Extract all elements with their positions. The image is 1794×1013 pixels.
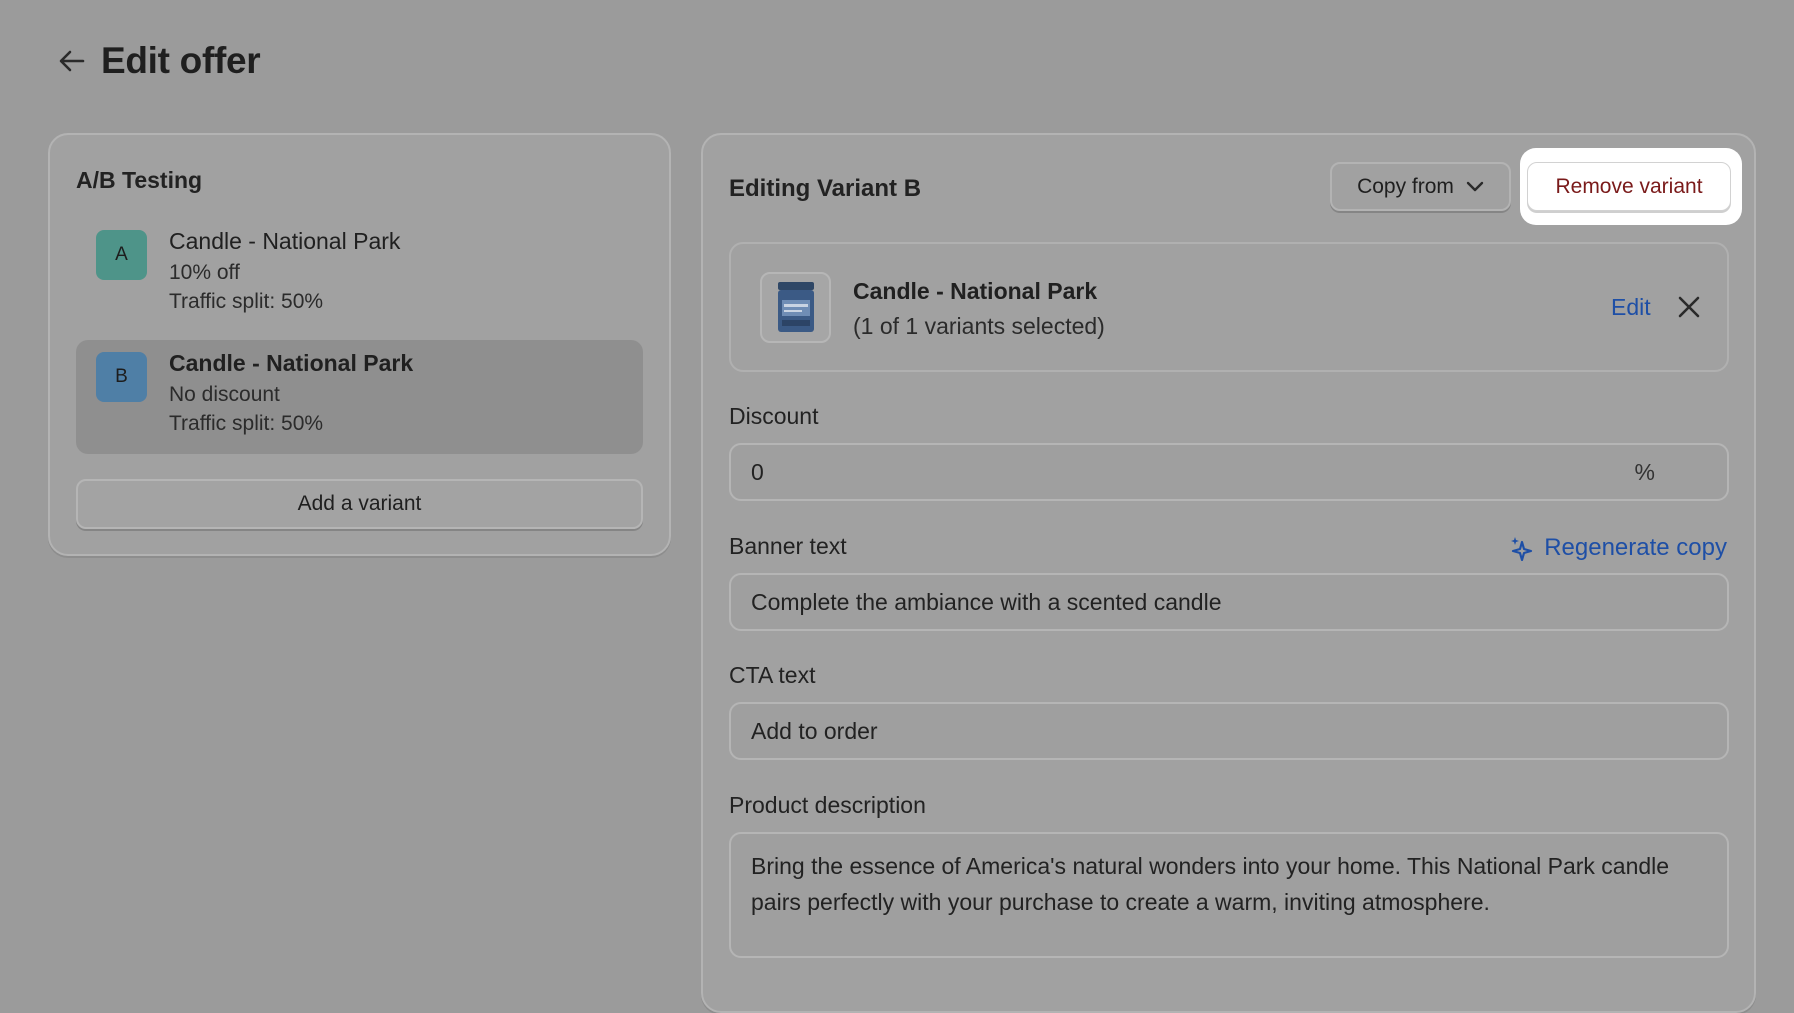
ab-testing-card: A/B Testing A Candle - National Park 10%… [48,133,671,556]
product-thumbnail [760,272,831,343]
cta-text-input[interactable]: Add to order [729,702,1729,760]
discount-value: 0 [751,458,764,485]
candle-image-icon [777,281,814,332]
variant-badge: B [96,352,147,402]
variant-item-b[interactable]: B Candle - National Park No discount Tra… [76,340,643,454]
variant-traffic-split: Traffic split: 50% [169,412,324,435]
sparkle-icon [1511,537,1533,561]
copy-from-button[interactable]: Copy from [1330,162,1511,211]
variant-badge: A [96,230,147,280]
editor-title: Editing Variant B [729,175,922,202]
copy-from-label: Copy from [1357,174,1454,198]
page-header: Edit offer [55,40,261,82]
product-name: Candle - National Park [853,278,1098,304]
product-description-label: Product description [729,792,926,818]
banner-text-label: Banner text [729,533,847,559]
chevron-down-icon [1466,181,1484,191]
regenerate-copy-button[interactable]: Regenerate copy [1510,534,1727,562]
variant-item-a[interactable]: A Candle - National Park 10% off Traffic… [76,218,643,332]
remove-variant-button[interactable]: Remove variant [1527,162,1731,211]
variant-discount: 10% off [169,261,240,284]
variant-name: Candle - National Park [169,350,414,376]
ab-testing-title: A/B Testing [76,167,203,193]
banner-text-value: Complete the ambiance with a scented can… [751,588,1222,615]
percent-suffix: % [1634,458,1655,485]
variant-discount: No discount [169,383,280,406]
add-variant-button[interactable]: Add a variant [76,479,643,529]
product-variants-selected: (1 of 1 variants selected) [853,313,1105,339]
banner-text-input[interactable]: Complete the ambiance with a scented can… [729,573,1729,631]
product-description-textarea[interactable]: Bring the essence of America's natural w… [729,832,1729,958]
discount-input[interactable]: 0 % [729,443,1729,501]
regenerate-copy-label: Regenerate copy [1544,534,1727,561]
cta-text-label: CTA text [729,662,816,688]
back-arrow-icon[interactable] [55,44,89,78]
discount-label: Discount [729,403,819,429]
close-icon[interactable] [1676,294,1702,320]
cta-text-value: Add to order [751,717,878,744]
variant-editor-card: Editing Variant B Copy from Remove varia… [701,133,1756,1013]
edit-product-link[interactable]: Edit [1611,294,1651,321]
product-selection-box: Candle - National Park (1 of 1 variants … [729,242,1729,372]
variant-name: Candle - National Park [169,228,401,254]
page-title: Edit offer [101,40,261,81]
variant-traffic-split: Traffic split: 50% [169,290,324,313]
